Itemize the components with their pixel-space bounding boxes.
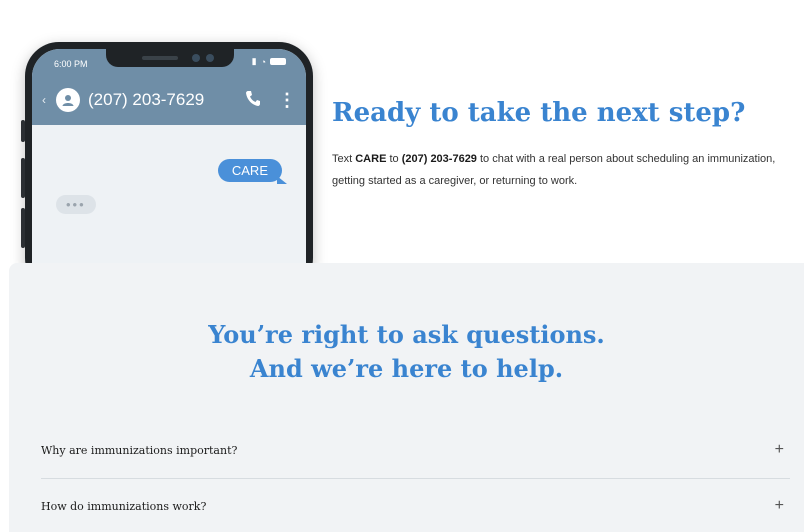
contact-number: (207) 203-7629 — [88, 90, 205, 109]
cta-keyword: CARE — [355, 153, 387, 165]
faq-item-immunizations-important[interactable]: Why are immunizations important? + — [41, 425, 790, 475]
cta-text-to: to — [386, 153, 402, 165]
phone-side-button — [21, 208, 25, 248]
cta-text: Text CARE to (207) 203-7629 to chat with… — [332, 148, 802, 192]
status-icons: ▮ ◔ — [252, 56, 286, 67]
camera-icon — [192, 54, 200, 62]
chevron-left-icon: ‹ — [42, 93, 46, 107]
phone-side-button — [21, 158, 25, 198]
phone-screen: 6:00 PM ▮ ◔ ‹ (207) 203-7629 ⋮ CARE ••• — [32, 49, 306, 285]
phone-illustration: 6:00 PM ▮ ◔ ‹ (207) 203-7629 ⋮ CARE ••• — [21, 42, 313, 292]
plus-icon[interactable]: + — [775, 497, 784, 515]
speaker-grille — [142, 56, 178, 60]
cta-number: (207) 203-7629 — [401, 153, 477, 165]
cta-section: 6:00 PM ▮ ◔ ‹ (207) 203-7629 ⋮ CARE ••• … — [0, 0, 804, 292]
faq-question: Why are immunizations important? — [41, 443, 238, 457]
user-avatar-icon — [56, 88, 80, 112]
plus-icon[interactable]: + — [775, 441, 784, 459]
phone-notch — [106, 49, 234, 67]
cta-title: Ready to take the next step? — [332, 98, 746, 128]
faq-question: How do immunizations work? — [41, 499, 207, 513]
battery-icon — [270, 58, 286, 65]
faq-item-immunizations-work[interactable]: How do immunizations work? + — [41, 481, 790, 531]
more-vertical-icon: ⋮ — [278, 89, 296, 110]
faq-section: You’re right to ask questions. And we’re… — [9, 263, 804, 532]
faq-title-line2: And we’re here to help. — [249, 354, 564, 383]
typing-indicator: ••• — [56, 195, 96, 214]
wifi-icon: ◔ — [260, 56, 266, 67]
phone-side-button — [21, 120, 25, 142]
outgoing-message-bubble: CARE — [217, 159, 288, 184]
contact-row: ‹ (207) 203-7629 ⋮ — [42, 85, 296, 115]
camera-icon — [206, 54, 214, 62]
faq-title-line1: You’re right to ask questions. — [208, 320, 605, 349]
status-time: 6:00 PM — [54, 59, 88, 69]
phone-icon — [246, 90, 260, 111]
faq-title: You’re right to ask questions. And we’re… — [9, 318, 804, 386]
cta-text-prefix: Text — [332, 153, 356, 165]
signal-icon: ▮ — [251, 56, 257, 66]
messaging-header: 6:00 PM ▮ ◔ ‹ (207) 203-7629 ⋮ — [32, 49, 306, 125]
faq-divider — [41, 478, 790, 479]
